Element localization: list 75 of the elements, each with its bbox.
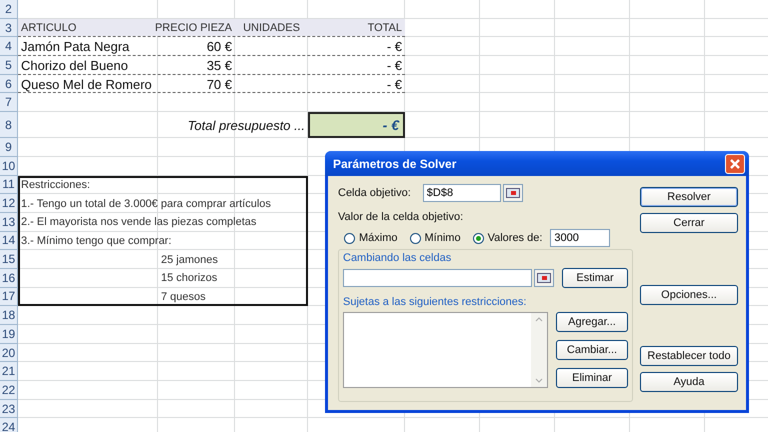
row-number[interactable]: 4 — [0, 37, 18, 56]
dialog-button[interactable]: Cerrar — [640, 213, 738, 233]
radio-option[interactable]: Mínimo — [410, 232, 461, 244]
row-number[interactable]: 22 — [0, 381, 18, 400]
row-number[interactable]: 17 — [0, 288, 18, 306]
collapse-button[interactable] — [534, 269, 554, 287]
row-number[interactable]: 19 — [0, 325, 18, 344]
constraint-button[interactable]: Agregar... — [556, 312, 628, 332]
row-number[interactable]: 24 — [0, 418, 18, 432]
range-icon — [506, 188, 520, 198]
target-value-label: Valor de la celda objetivo: — [338, 211, 464, 223]
row-number[interactable]: 14 — [0, 232, 18, 250]
target-cell-field[interactable]: $D$8 — [422, 184, 501, 202]
restriction-text: 7 quesos — [160, 290, 207, 305]
table-cell-text: - € — [386, 56, 403, 75]
constraint-button[interactable]: Cambiar... — [556, 340, 628, 360]
dialog-button[interactable]: Ayuda — [640, 372, 738, 392]
value-field[interactable]: 3000 — [550, 229, 610, 247]
row-number[interactable]: 6 — [0, 74, 18, 94]
dialog-title: Parámetros de Solver — [333, 156, 456, 170]
restriction-text: 15 chorizos — [160, 271, 218, 286]
restriction-text: 3.- Mínimo tengo que comprar: — [20, 234, 172, 249]
estimate-button[interactable]: Estimar — [562, 268, 628, 288]
restriction-text: Restricciones: — [20, 178, 92, 193]
table-cell-text: 60 € — [206, 38, 233, 56]
total-cell[interactable]: - € — [308, 112, 405, 138]
scrollbar[interactable] — [531, 313, 547, 387]
column-header: ARTICULO — [20, 21, 78, 36]
row-number[interactable]: 23 — [0, 400, 18, 418]
radio-option[interactable]: Valores de: — [472, 232, 542, 244]
table-cell-text: - € — [386, 76, 403, 94]
table-cell-text: Jamón Pata Negra — [20, 38, 130, 56]
changing-cells-label: Cambiando las celdas — [343, 252, 452, 264]
changing-cells-field[interactable] — [343, 269, 532, 287]
row-number[interactable]: 7 — [0, 93, 18, 112]
target-cell-label: Celda objetivo: — [338, 187, 411, 199]
row-number[interactable]: 3 — [0, 18, 18, 38]
range-icon — [537, 273, 551, 283]
row-number[interactable]: 12 — [0, 194, 18, 213]
table-cell-text: Chorizo del Bueno — [20, 56, 129, 75]
row-number[interactable]: 2 — [0, 0, 18, 19]
restriction-text: 25 jamones — [160, 252, 219, 268]
constraints-label: Sujetas a las siguientes restricciones: — [343, 296, 528, 308]
constraints-list[interactable] — [343, 312, 548, 388]
scroll-down-icon — [535, 378, 543, 383]
close-icon — [729, 158, 741, 170]
row-number[interactable]: 9 — [0, 138, 18, 157]
row-number[interactable]: 11 — [0, 176, 18, 194]
row-number[interactable]: 20 — [0, 344, 18, 362]
restriction-text: 2.- El mayorista nos vende las piezas completas — [20, 215, 258, 230]
scroll-up-icon — [535, 317, 543, 322]
table-cell-text: 35 € — [206, 56, 233, 75]
row-number[interactable]: 13 — [0, 212, 18, 232]
row-number[interactable]: 18 — [0, 306, 18, 325]
row-number[interactable]: 21 — [0, 362, 18, 382]
row-number[interactable]: 16 — [0, 268, 18, 288]
close-button[interactable] — [725, 154, 745, 174]
table-cell-text: - € — [386, 38, 403, 56]
row-number[interactable]: 8 — [0, 112, 18, 138]
constraint-button[interactable]: Eliminar — [556, 368, 628, 388]
restriction-text: 1.- Tengo un total de 3.000€ para comprar artículos — [20, 196, 272, 212]
dialog-button[interactable]: Opciones... — [640, 285, 738, 305]
table-cell-text: Queso Mel de Romero — [20, 76, 153, 94]
row-number[interactable]: 15 — [0, 250, 18, 269]
dialog-button[interactable]: Resolver — [640, 187, 738, 207]
collapse-button[interactable] — [502, 184, 523, 202]
table-cell-text: 70 € — [206, 76, 233, 94]
total-label: Total presupuesto ... — [186, 116, 306, 135]
column-header: UNIDADES — [242, 21, 301, 36]
radio-option[interactable]: Máximo — [344, 232, 398, 244]
row-number[interactable]: 5 — [0, 56, 18, 75]
column-header: PRECIO PIEZA — [158, 21, 233, 36]
dialog-button[interactable]: Restablecer todo — [640, 346, 738, 366]
row-number[interactable]: 10 — [0, 156, 18, 176]
column-header: TOTAL — [366, 21, 403, 36]
